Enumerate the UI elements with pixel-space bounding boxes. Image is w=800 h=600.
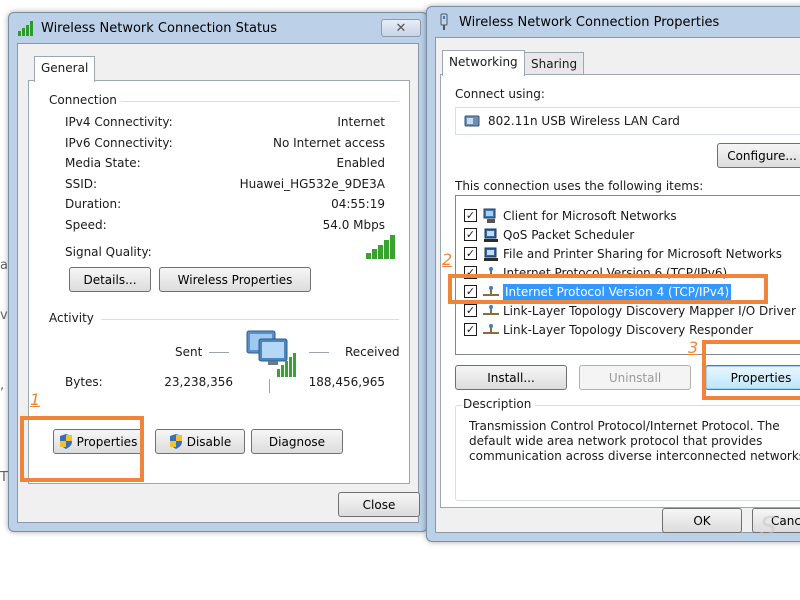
connection-group-label: Connection <box>49 93 121 107</box>
install-button[interactable]: Install... <box>455 365 567 390</box>
list-item-file-and-printer-sharing[interactable]: ✓ File and Printer Sharing for Microsoft… <box>456 244 782 263</box>
item-checkbox[interactable]: ✓ <box>464 304 477 317</box>
item-label: File and Printer Sharing for Microsoft N… <box>503 246 782 261</box>
description-text: Transmission Control Protocol/Internet P… <box>469 419 800 463</box>
wireless-properties-label: Wireless Properties <box>177 272 293 287</box>
protocol-icon <box>483 303 499 319</box>
activity-separator <box>269 379 270 393</box>
step-1-marker: 1 <box>30 390 41 409</box>
properties-title: Wireless Network Connection Properties <box>459 14 720 30</box>
signal-bars-icon <box>17 19 35 37</box>
duration-label: Duration: <box>65 197 122 211</box>
step-3-highlight <box>702 340 800 400</box>
list-item-lltd-responder[interactable]: ✓ Link-Layer Topology Discovery Responde… <box>456 320 753 339</box>
network-service-icon <box>483 246 499 262</box>
item-label: Link-Layer Topology Discovery Responder <box>503 322 754 337</box>
step-1-highlight <box>20 416 144 482</box>
close-button[interactable]: Close <box>338 492 420 517</box>
received-line <box>309 352 329 353</box>
diagnose-button-label: Diagnose <box>268 434 326 449</box>
ipv4-value: Internet <box>337 115 385 129</box>
tab-sharing[interactable]: Sharing <box>524 52 585 76</box>
ipv6-label: IPv6 Connectivity: <box>65 136 173 150</box>
duration-value: 04:55:19 <box>331 197 385 211</box>
network-adapter-icon <box>435 13 453 31</box>
item-label: Link-Layer Topology Discovery Mapper I/O… <box>503 303 796 318</box>
ssid-label: SSID: <box>65 177 98 191</box>
speed-label: Speed: <box>65 218 107 232</box>
ipv4-label: IPv4 Connectivity: <box>65 115 173 129</box>
details-button-label: Details... <box>83 272 137 287</box>
disable-button[interactable]: Disable <box>155 429 245 454</box>
tab-sharing-label: Sharing <box>531 57 578 71</box>
tab-networking[interactable]: Networking <box>442 50 525 76</box>
ok-button-label: OK <box>693 513 711 528</box>
item-checkbox[interactable]: ✓ <box>464 228 477 241</box>
wireless-properties-button[interactable]: Wireless Properties <box>159 267 311 292</box>
watermark: S <box>760 512 777 542</box>
bytes-sent-value: 23,238,356 <box>164 375 233 389</box>
description-label: Description <box>463 397 536 411</box>
network-service-icon <box>483 227 499 243</box>
network-client-icon <box>483 208 499 224</box>
bytes-label: Bytes: <box>65 375 103 389</box>
sent-line <box>209 352 229 353</box>
media-state-label: Media State: <box>65 156 141 170</box>
item-label: Client for Microsoft Networks <box>503 208 677 223</box>
adapter-name: 802.11n USB Wireless LAN Card <box>488 114 680 128</box>
activity-divider <box>101 319 399 320</box>
configure-button[interactable]: Configure... <box>717 143 800 168</box>
activity-group-label: Activity <box>49 311 98 325</box>
background-text-fragment: v <box>0 308 8 323</box>
protocol-icon <box>483 322 499 338</box>
background-text-fragment: , <box>0 378 5 393</box>
items-label: This connection uses the following items… <box>455 179 704 193</box>
signal-quality-icon <box>365 233 399 259</box>
signal-quality-label: Signal Quality: <box>65 245 152 259</box>
properties-titlebar[interactable]: Wireless Network Connection Properties <box>427 7 800 37</box>
step-2-marker: 2 <box>442 250 453 269</box>
tab-general[interactable]: General <box>34 56 96 82</box>
list-item-client-for-microsoft-networks[interactable]: ✓ Client for Microsoft Networks <box>456 206 677 225</box>
item-checkbox[interactable]: ✓ <box>464 247 477 260</box>
background-text-fragment: a <box>0 258 8 273</box>
close-button-label: Close <box>362 497 396 512</box>
connection-divider <box>115 101 399 102</box>
tab-networking-label: Networking <box>449 55 518 69</box>
background-text-fragment: T <box>0 470 8 485</box>
close-glyph: ✕ <box>395 20 407 36</box>
configure-button-label: Configure... <box>727 148 797 163</box>
uninstall-button-label: Uninstall <box>608 370 662 385</box>
adapter-field: 802.11n USB Wireless LAN Card <box>455 107 800 135</box>
connect-using-label: Connect using: <box>455 87 545 101</box>
install-button-label: Install... <box>487 370 535 385</box>
uninstall-button[interactable]: Uninstall <box>579 365 691 390</box>
bytes-received-value: 188,456,965 <box>308 375 385 389</box>
ssid-value: Huawei_HG532e_9DE3A <box>239 177 385 191</box>
ipv6-value: No Internet access <box>272 136 385 150</box>
received-label: Received <box>345 345 400 359</box>
item-checkbox[interactable]: ✓ <box>464 209 477 222</box>
status-titlebar[interactable]: Wireless Network Connection Status <box>9 13 427 43</box>
item-label: QoS Packet Scheduler <box>503 227 635 242</box>
step-2-highlight <box>448 274 768 304</box>
diagnose-button[interactable]: Diagnose <box>251 429 343 454</box>
disable-button-label: Disable <box>186 434 232 449</box>
step-3-marker: 3 <box>688 338 699 357</box>
media-state-value: Enabled <box>336 156 386 170</box>
status-close-icon[interactable]: ✕ <box>381 19 421 37</box>
network-card-icon <box>464 113 480 129</box>
uac-shield-icon <box>169 434 183 449</box>
list-item-qos-packet-scheduler[interactable]: ✓ QoS Packet Scheduler <box>456 225 634 244</box>
speed-value: 54.0 Mbps <box>322 218 385 232</box>
details-button[interactable]: Details... <box>69 267 151 292</box>
sent-label: Sent <box>175 345 203 359</box>
tab-general-label: General <box>41 61 89 75</box>
ok-button[interactable]: OK <box>662 508 742 533</box>
network-computers-icon <box>241 327 303 379</box>
status-title: Wireless Network Connection Status <box>41 20 278 36</box>
item-checkbox[interactable]: ✓ <box>464 323 477 336</box>
